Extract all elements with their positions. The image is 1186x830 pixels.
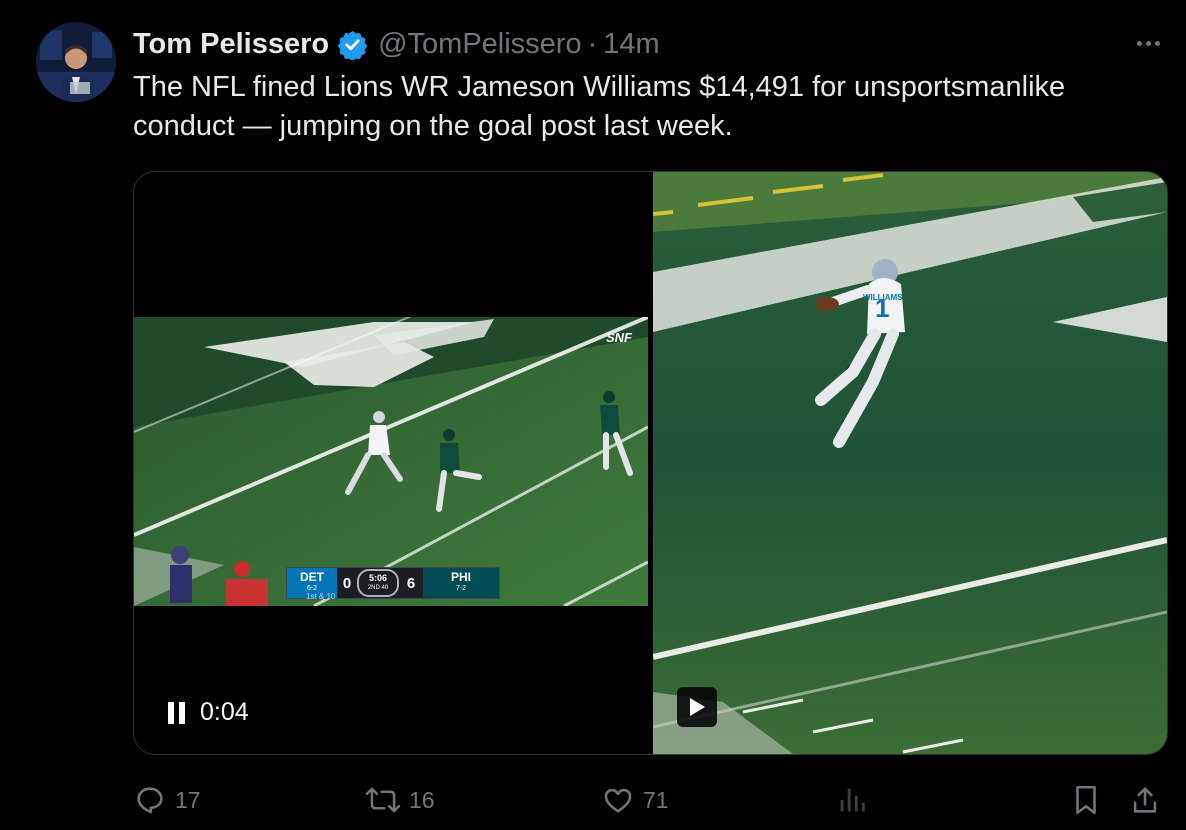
tweet-text: The NFL fined Lions WR Jameson Williams … bbox=[133, 71, 1066, 142]
game-clock: 5:06 bbox=[368, 573, 387, 583]
media-container[interactable]: SNF DET 6-2 0 5:06 2ND 40 6 PHI 7-2 1st … bbox=[133, 171, 1168, 755]
home-team: PHI bbox=[450, 570, 471, 584]
play-clock: 40 bbox=[381, 585, 389, 591]
elapsed-time: 0:04 bbox=[200, 698, 249, 726]
like-count: 71 bbox=[643, 786, 669, 813]
author-handle[interactable]: @TomPelissero bbox=[378, 28, 582, 61]
bookmark-button[interactable] bbox=[1071, 780, 1101, 820]
video-player-right[interactable]: 1 WILLIAMS bbox=[653, 172, 1167, 754]
home-score: 6 bbox=[406, 574, 416, 592]
action-bar: 17 16 71 bbox=[133, 780, 1166, 820]
tweet-header: Tom Pelissero @TomPelissero · 14m bbox=[133, 24, 660, 64]
bookmark-icon bbox=[1076, 785, 1096, 815]
video-player-left[interactable]: SNF DET 6-2 0 5:06 2ND 40 6 PHI 7-2 1st … bbox=[134, 172, 652, 754]
repost-count: 16 bbox=[409, 786, 435, 813]
share-button[interactable] bbox=[1130, 780, 1160, 820]
repost-icon bbox=[365, 787, 401, 813]
heart-icon bbox=[604, 788, 632, 813]
away-score: 0 bbox=[342, 574, 352, 592]
pause-icon[interactable] bbox=[168, 701, 186, 724]
away-team: DET bbox=[300, 570, 324, 584]
play-button[interactable] bbox=[677, 687, 717, 727]
views-button[interactable] bbox=[837, 780, 875, 820]
network-logo: SNF bbox=[606, 330, 632, 345]
header-separator: · bbox=[587, 27, 598, 60]
jersey-name: WILLIAMS bbox=[863, 293, 903, 302]
avatar[interactable] bbox=[36, 22, 116, 102]
views-icon bbox=[840, 788, 865, 812]
down-distance: 1st & 10 bbox=[306, 592, 336, 601]
share-icon bbox=[1133, 787, 1157, 813]
tweet[interactable]: Tom Pelissero @TomPelissero · 14m The NF… bbox=[0, 0, 1186, 830]
video-frame-left: SNF DET 6-2 0 5:06 2ND 40 6 PHI 7-2 1st … bbox=[134, 317, 648, 606]
reply-count: 17 bbox=[175, 786, 201, 813]
author-name[interactable]: Tom Pelissero bbox=[133, 28, 329, 61]
more-options-icon[interactable] bbox=[1128, 28, 1168, 58]
reply-icon bbox=[137, 787, 163, 814]
verified-badge-icon[interactable] bbox=[337, 29, 368, 61]
playback-control[interactable]: 0:04 bbox=[168, 698, 249, 727]
repost-button[interactable]: 16 bbox=[365, 780, 435, 820]
timestamp[interactable]: 14m bbox=[603, 28, 659, 61]
like-button[interactable]: 71 bbox=[601, 780, 669, 820]
quarter: 2ND bbox=[367, 585, 380, 591]
reply-button[interactable]: 17 bbox=[133, 780, 201, 820]
home-record: 7-2 bbox=[455, 585, 467, 592]
play-icon bbox=[690, 698, 705, 716]
